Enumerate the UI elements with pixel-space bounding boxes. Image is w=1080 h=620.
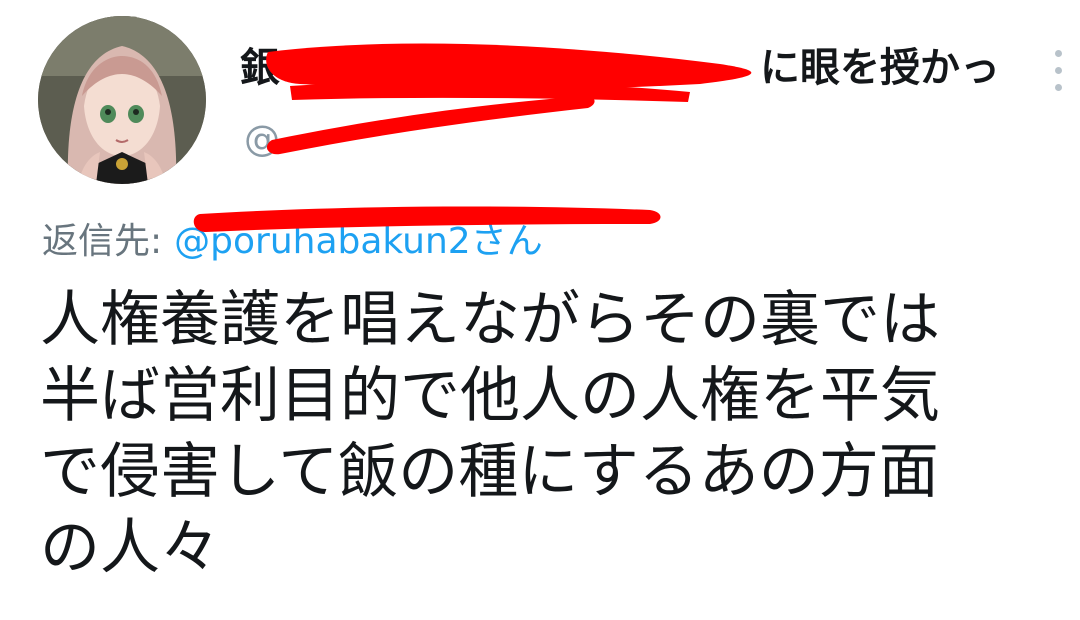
- more-vertical-icon[interactable]: [1040, 40, 1076, 100]
- avatar[interactable]: [38, 16, 206, 184]
- user-handle[interactable]: @: [244, 112, 280, 168]
- more-dot: [1055, 50, 1062, 57]
- reply-to-link[interactable]: @poruhabakun2さん: [174, 221, 543, 262]
- reply-context: 返信先: @poruhabakun2さん: [42, 214, 543, 270]
- display-name[interactable]: 銀 に眼を授かっ…: [240, 36, 1000, 100]
- reply-label: 返信先:: [42, 221, 163, 262]
- doll-avatar-image: [38, 16, 206, 184]
- more-dot: [1055, 67, 1062, 74]
- tweet-text: 人権養護を唱えながらその裏では 半ば営利目的で他人の人権を平気 で侵害して飯の種…: [40, 285, 940, 583]
- redaction-stroke-handle: [266, 96, 595, 155]
- tweet-card: 銀 に眼を授かっ… @ 返信先: @poruhabakun2さん 人権養護を唱えな…: [0, 0, 1080, 620]
- more-dot: [1055, 84, 1062, 91]
